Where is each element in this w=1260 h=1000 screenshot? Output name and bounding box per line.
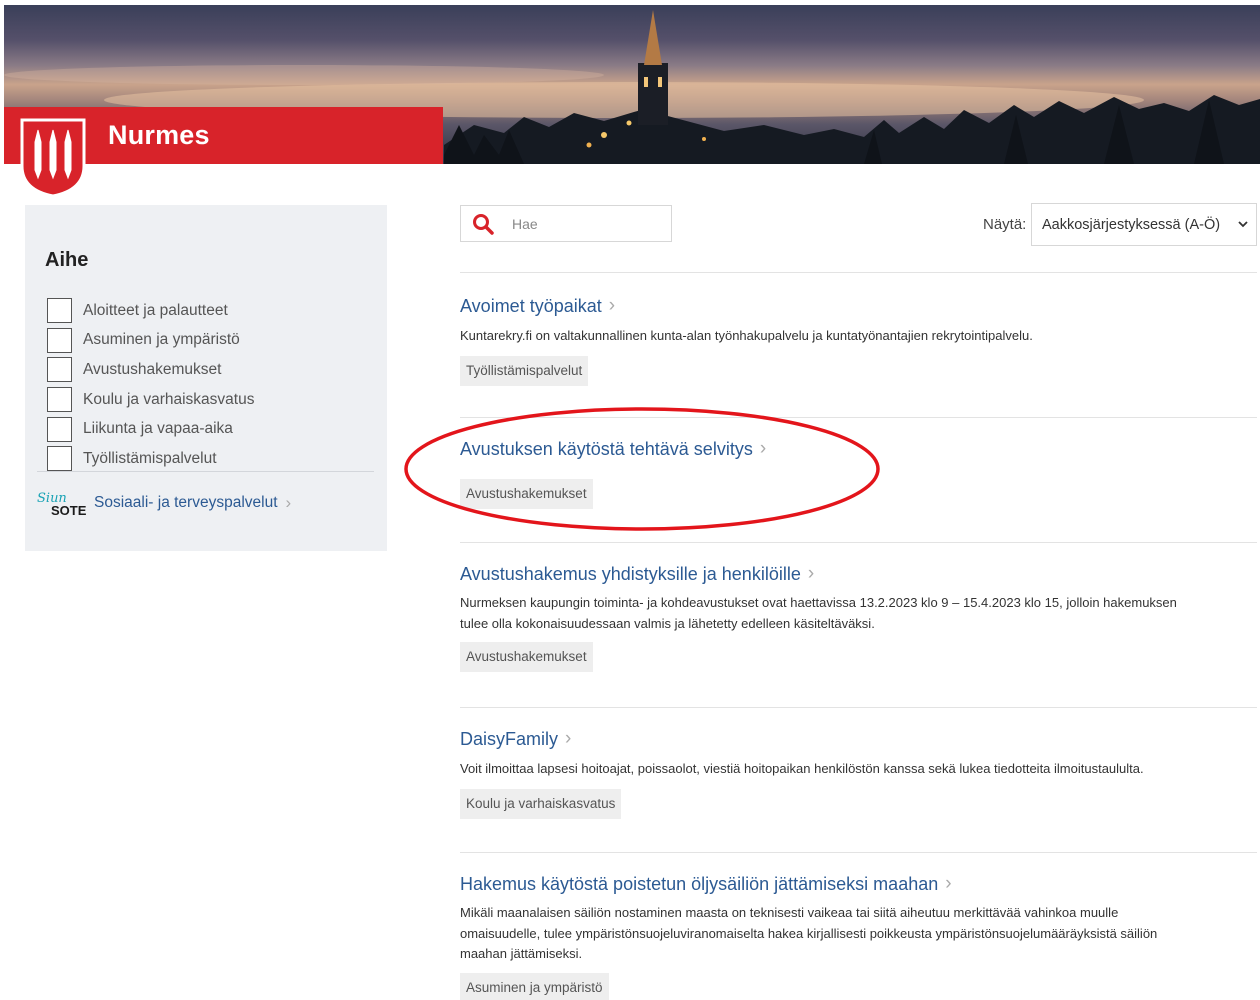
chevron-right-icon: ›: [945, 873, 952, 894]
result-item: Hakemus käytöstä poistetun öljysäiliön j…: [460, 852, 1257, 1000]
filter-label: Liikunta ja vapaa-aika: [83, 420, 233, 438]
topic-filter-sidebar: Aihe Aloitteet ja palautteet Asuminen ja…: [25, 205, 387, 551]
search-input[interactable]: [512, 215, 662, 232]
sort-label: Näytä:: [983, 216, 1027, 233]
sidebar-divider: [37, 471, 374, 472]
filter-label: Asuminen ja ympäristö: [83, 331, 240, 349]
sort-order-select[interactable]: Aakkosjärjestyksessä (A-Ö): [1031, 203, 1257, 246]
result-title-link[interactable]: Avoimet työpaikat ›: [460, 295, 615, 317]
checkbox[interactable]: [47, 298, 72, 324]
chevron-right-icon: ›: [608, 295, 616, 316]
result-item: Avoimet työpaikat › Kuntarekry.fi on val…: [460, 272, 1257, 417]
search-box[interactable]: [460, 205, 672, 242]
sort-selected-value: Aakkosjärjestyksessä (A-Ö): [1042, 216, 1221, 233]
service-results-list: Avoimet työpaikat › Kuntarekry.fi on val…: [460, 272, 1257, 1000]
siun-sote-logo: Siun SOTE: [37, 491, 87, 518]
topic-tag[interactable]: Asuminen ja ympäristö: [460, 972, 609, 1000]
topic-tag[interactable]: Koulu ja varhaiskasvatus: [460, 788, 622, 819]
filter-asuminen-ja-ymparisto[interactable]: Asuminen ja ympäristö: [47, 326, 254, 356]
sote-logo-text: SOTE: [51, 503, 87, 518]
sote-link-label: Sosiaali- ja terveyspalvelut: [94, 494, 278, 511]
chevron-down-icon: [1238, 221, 1248, 228]
description-line: Nurmeksen kaupungin toiminta- ja kohdeav…: [460, 595, 1177, 610]
checkbox[interactable]: [47, 327, 72, 353]
topic-tag[interactable]: Avustushakemukset: [460, 642, 593, 672]
result-title: DaisyFamily: [460, 728, 559, 749]
chevron-right-icon: ›: [285, 493, 292, 512]
filter-label: Aloitteet ja palautteet: [83, 301, 228, 319]
filter-aloitteet-ja-palautteet[interactable]: Aloitteet ja palautteet: [47, 296, 254, 326]
description-line: Kuntarekry.fi on valtakunnallinen kunta-…: [460, 328, 1033, 343]
description-line: tulee olla kokonaisuudessaan valmis ja l…: [460, 615, 875, 631]
nurmes-coat-of-arms-logo[interactable]: [20, 118, 86, 198]
sidebar-heading: Aihe: [45, 249, 89, 271]
filter-label: Avustushakemukset: [83, 360, 222, 378]
filter-avustushakemukset[interactable]: Avustushakemukset: [47, 355, 254, 385]
sote-services-link[interactable]: Siun SOTE Sosiaali- ja terveyspalvelut ›: [37, 488, 291, 518]
checkbox[interactable]: [47, 387, 72, 413]
topic-tag[interactable]: Avustushakemukset: [460, 479, 593, 509]
checkbox[interactable]: [47, 416, 72, 442]
chevron-right-icon: ›: [565, 728, 572, 749]
result-title: Avustushakemus yhdistyksille ja henkilöi…: [460, 563, 801, 584]
chevron-right-icon: ›: [759, 438, 767, 459]
result-description: Nurmeksen kaupungin toiminta- ja kohdeav…: [460, 593, 1257, 634]
filter-tyollistamispalvelut[interactable]: Työllistämispalvelut: [47, 444, 254, 474]
topic-filter-list: Aloitteet ja palautteet Asuminen ja ympä…: [47, 296, 254, 474]
result-item: Avustuksen käytöstä tehtävä selvitys › A…: [460, 417, 1257, 542]
result-title: Avoimet työpaikat: [460, 295, 602, 316]
filter-liikunta-ja-vapaa-aika[interactable]: Liikunta ja vapaa-aika: [47, 414, 254, 444]
description-line: Mikäli maanalaisen säiliön nostaminen ma…: [460, 905, 1119, 920]
filter-label: Koulu ja varhaiskasvatus: [83, 390, 255, 408]
result-title-link[interactable]: Avustuksen käytöstä tehtävä selvitys ›: [460, 438, 766, 460]
checkbox[interactable]: [47, 357, 72, 383]
result-description: Voit ilmoittaa lapsesi hoitoajat, poissa…: [460, 759, 1257, 780]
description-line: Voit ilmoittaa lapsesi hoitoajat, poissa…: [460, 761, 1144, 776]
filter-label: Työllistämispalvelut: [83, 449, 217, 467]
chevron-right-icon: ›: [807, 563, 815, 584]
result-title-link[interactable]: Avustushakemus yhdistyksille ja henkilöi…: [460, 563, 814, 585]
filter-koulu-ja-varhaiskasvatus[interactable]: Koulu ja varhaiskasvatus: [47, 385, 254, 415]
site-title[interactable]: Nurmes: [108, 120, 210, 151]
topic-tag[interactable]: Työllistämispalvelut: [460, 355, 589, 386]
result-item: DaisyFamily › Voit ilmoittaa lapsesi hoi…: [460, 707, 1257, 852]
checkbox[interactable]: [47, 446, 72, 472]
result-description: Kuntarekry.fi on valtakunnallinen kunta-…: [460, 326, 1257, 347]
result-title-link[interactable]: DaisyFamily ›: [460, 728, 571, 750]
result-title: Avustuksen käytöstä tehtävä selvitys: [460, 438, 753, 459]
description-line: maahan jättämiseksi.: [460, 946, 583, 961]
description-line: omaisuudelle, tulee ympäristönsuojeluvir…: [460, 925, 1158, 941]
search-icon[interactable]: [471, 212, 495, 236]
result-title-link[interactable]: Hakemus käytöstä poistetun öljysäiliön j…: [460, 873, 952, 895]
result-title: Hakemus käytöstä poistetun öljysäiliön j…: [460, 873, 939, 894]
result-item: Avustushakemus yhdistyksille ja henkilöi…: [460, 542, 1257, 707]
result-description: Mikäli maanalaisen säiliön nostaminen ma…: [460, 903, 1257, 965]
